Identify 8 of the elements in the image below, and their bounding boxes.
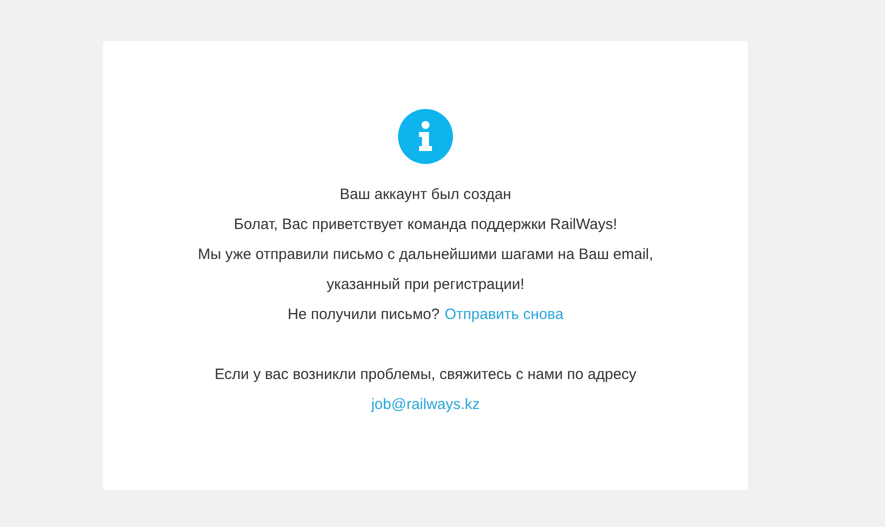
contact-text: Если у вас возникли проблемы, свяжитесь с нами по адресу [214, 365, 636, 385]
email-link[interactable]: job@railways.kz [371, 390, 480, 420]
greeting-text: Болат, Вас приветствует команда поддержки RailWays! [234, 215, 618, 235]
resend-prompt: Не получили письмо? [288, 305, 440, 325]
resend-link[interactable]: Отправить снова [444, 300, 564, 330]
info-icon [398, 109, 453, 164]
account-created-title: Ваш аккаунт был создан [340, 185, 512, 205]
message-text: Мы уже отправили письмо с дальнейшими шагами на Ваш email, указанный при регистрации! [196, 245, 654, 295]
